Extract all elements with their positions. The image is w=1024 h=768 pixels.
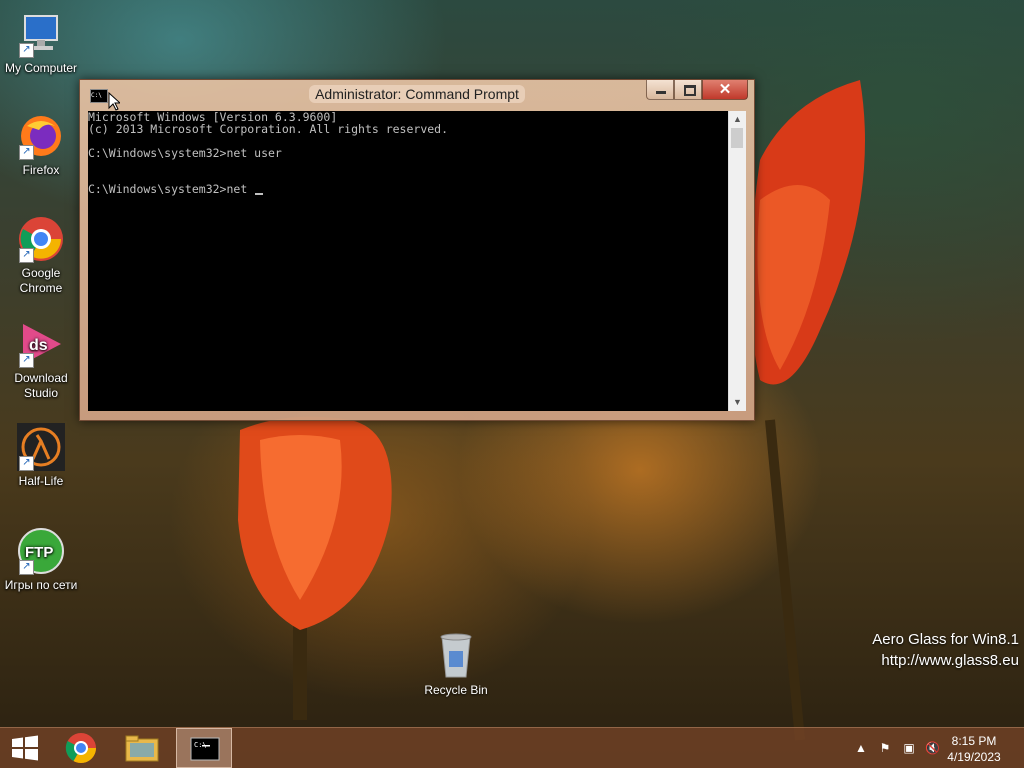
clock-time: 8:15 PM [951,734,997,748]
recycle-bin-label: Recycle Bin [424,683,488,697]
ftp-icon: FTP ↗ [17,527,65,575]
mouse-pointer-icon [108,92,120,111]
close-button[interactable]: ✕ [702,80,748,100]
half-life-icon: ↗ [17,423,65,471]
desktop-icon-label: Half-Life [18,474,64,488]
aero-glass-watermark: Aero Glass for Win8.1 http://www.glass8.… [872,629,1019,671]
desktop-icon-google-chrome[interactable]: ↗ Google Chrome [2,215,80,296]
svg-text:FTP: FTP [25,544,53,561]
cmd-icon: C:\ [190,737,220,761]
taskbar-clock[interactable]: 8:15 PM 4/19/2023 [944,733,1004,765]
shortcut-arrow-icon: ↗ [19,43,34,58]
svg-text:ds: ds [29,337,48,354]
taskbar-chrome-button[interactable] [53,728,109,768]
computer-icon: ↗ [17,10,65,58]
scroll-thumb[interactable] [731,128,743,148]
taskbar-file-explorer-button[interactable] [114,728,170,768]
console-prompt: C:\Windows\system32>net [88,182,255,196]
desktop-icon-my-computer[interactable]: ↗ My Computer [2,10,80,76]
desktop-icon-recycle-bin[interactable]: Recycle Bin [421,631,491,697]
watermark-line1: Aero Glass for Win8.1 [872,631,1019,648]
console-line: C:\Windows\system32>net user [88,146,282,160]
desktop-icon-label: Download Studio [14,371,68,400]
shortcut-arrow-icon: ↗ [19,353,34,368]
chrome-icon: ↗ [17,215,65,263]
console-output[interactable]: Microsoft Windows [Version 6.3.9600] (c)… [88,111,728,411]
firefox-icon: ↗ [17,112,65,160]
desktop-icon-label: My Computer [4,61,78,75]
shortcut-arrow-icon: ↗ [19,560,34,575]
network-icon[interactable]: ▣ [902,741,916,755]
console-line: (c) 2013 Microsoft Corporation. All righ… [88,122,449,136]
minimize-button[interactable] [646,80,674,100]
shortcut-arrow-icon: ↗ [19,145,34,160]
console-input-line[interactable]: C:\Windows\system32>net [88,183,728,195]
scroll-down-arrow-icon[interactable]: ▼ [729,394,746,411]
desktop-icon-download-studio[interactable]: ds ↗ Download Studio [2,320,80,401]
desktop-icon-label: Firefox [22,163,60,177]
taskbar: C:\ ▲ ⚑ ▣ 🔇 8:15 PM 4/19/2023 [0,727,1024,768]
text-cursor [255,193,264,195]
command-prompt-window[interactable]: C:\ Administrator: Command Prompt ✕ Micr… [79,79,755,421]
maximize-button[interactable] [674,80,702,100]
scroll-up-arrow-icon[interactable]: ▲ [729,111,746,128]
windows-logo-icon [12,735,38,761]
close-icon: ✕ [718,81,732,98]
watermark-line2: http://www.glass8.eu [881,652,1019,669]
start-button[interactable] [0,728,56,768]
desktop-icon-label: Игры по сети [4,578,78,592]
download-studio-icon: ds ↗ [17,320,65,368]
vertical-scrollbar[interactable]: ▲ ▼ [728,111,746,411]
recycle-bin-icon [440,633,472,678]
chrome-icon [65,733,96,764]
folder-icon [125,735,159,762]
show-hidden-icons-chevron-icon[interactable]: ▲ [854,741,868,755]
desktop-icon-label: Google Chrome [19,266,63,295]
action-center-flag-icon[interactable]: ⚑ [878,741,892,755]
shortcut-arrow-icon: ↗ [19,248,34,263]
desktop-icon-half-life[interactable]: ↗ Half-Life [2,423,80,489]
taskbar-command-prompt-button[interactable]: C:\ [176,728,232,768]
desktop-icon-firefox[interactable]: ↗ Firefox [2,112,80,178]
clock-date: 4/19/2023 [947,750,1001,764]
shortcut-arrow-icon: ↗ [19,456,34,471]
window-titlebar[interactable]: C:\ Administrator: Command Prompt ✕ [80,80,754,110]
system-tray: ▲ ⚑ ▣ 🔇 8:15 PM 4/19/2023 [844,728,1024,768]
volume-muted-icon[interactable]: 🔇 [925,741,940,755]
desktop-icon-ftp[interactable]: FTP ↗ Игры по сети [2,527,80,593]
